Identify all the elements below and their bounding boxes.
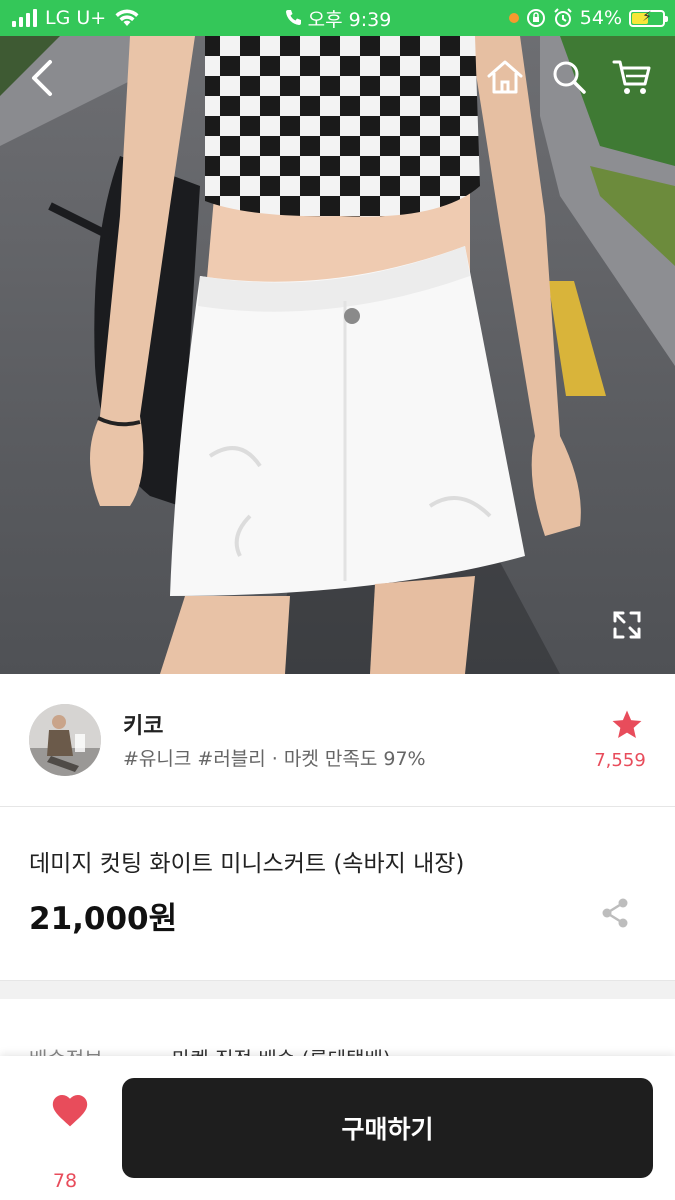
favorite-count: 7,559 xyxy=(594,750,646,771)
status-right: 54% ⚡ xyxy=(508,0,668,36)
battery-percent: 54% xyxy=(579,7,622,29)
back-arrow-icon xyxy=(32,60,52,96)
cart-icon xyxy=(612,60,651,94)
search-button[interactable] xyxy=(546,54,592,100)
mic-indicator-icon xyxy=(508,13,519,23)
shipping-info-row: 배송정보 마켓 직접 배송 (롯데택배) xyxy=(0,999,675,1071)
carrier-label: LG U+ xyxy=(45,7,107,29)
like-count: 78 xyxy=(52,1170,78,1192)
alarm-icon xyxy=(554,8,572,27)
favorite-shop-button[interactable]: 7,559 xyxy=(590,708,650,778)
wifi-icon xyxy=(115,9,139,26)
star-icon xyxy=(612,710,641,739)
expand-icon xyxy=(613,611,641,639)
product-photo[interactable] xyxy=(0,36,675,674)
home-button[interactable] xyxy=(482,54,528,100)
seller-tags: #유니크 #러블리 · 마켓 만족도 97% xyxy=(123,748,426,770)
product-price: 21,000원 xyxy=(29,901,178,937)
share-button[interactable] xyxy=(600,897,640,937)
heart-icon xyxy=(52,1094,87,1127)
bottom-action-bar: 78 구매하기 xyxy=(0,1056,675,1200)
product-title: 데미지 컷팅 화이트 미니스커트 (속바지 내장) xyxy=(29,851,465,877)
status-left: LG U+ xyxy=(12,0,140,36)
section-divider xyxy=(0,980,675,1000)
seller-section[interactable]: 키코 #유니크 #러블리 · 마켓 만족도 97% 7,559 xyxy=(0,674,675,807)
seller-avatar[interactable] xyxy=(29,704,101,776)
home-icon xyxy=(487,60,523,94)
buy-button[interactable]: 구매하기 xyxy=(122,1078,653,1178)
expand-photo-button[interactable] xyxy=(606,604,648,646)
back-button[interactable] xyxy=(20,56,64,100)
signal-icon xyxy=(12,9,37,27)
battery-icon: ⚡ xyxy=(629,9,668,27)
avatar-image xyxy=(29,704,101,776)
status-bar: LG U+ 오후 9:39 54% ⚡ xyxy=(0,0,675,36)
phone-icon xyxy=(285,10,301,25)
like-button[interactable]: 78 xyxy=(36,1092,94,1192)
product-info: 데미지 컷팅 화이트 미니스커트 (속바지 내장) 21,000원 xyxy=(0,807,675,980)
clock-time: 오후 9:39 xyxy=(307,8,392,31)
share-icon xyxy=(602,898,628,928)
cart-button[interactable] xyxy=(608,54,656,100)
seller-name[interactable]: 키코 xyxy=(123,708,163,740)
rotation-lock-icon xyxy=(526,9,545,27)
search-icon xyxy=(553,61,586,94)
product-photo-illustration xyxy=(0,36,675,674)
